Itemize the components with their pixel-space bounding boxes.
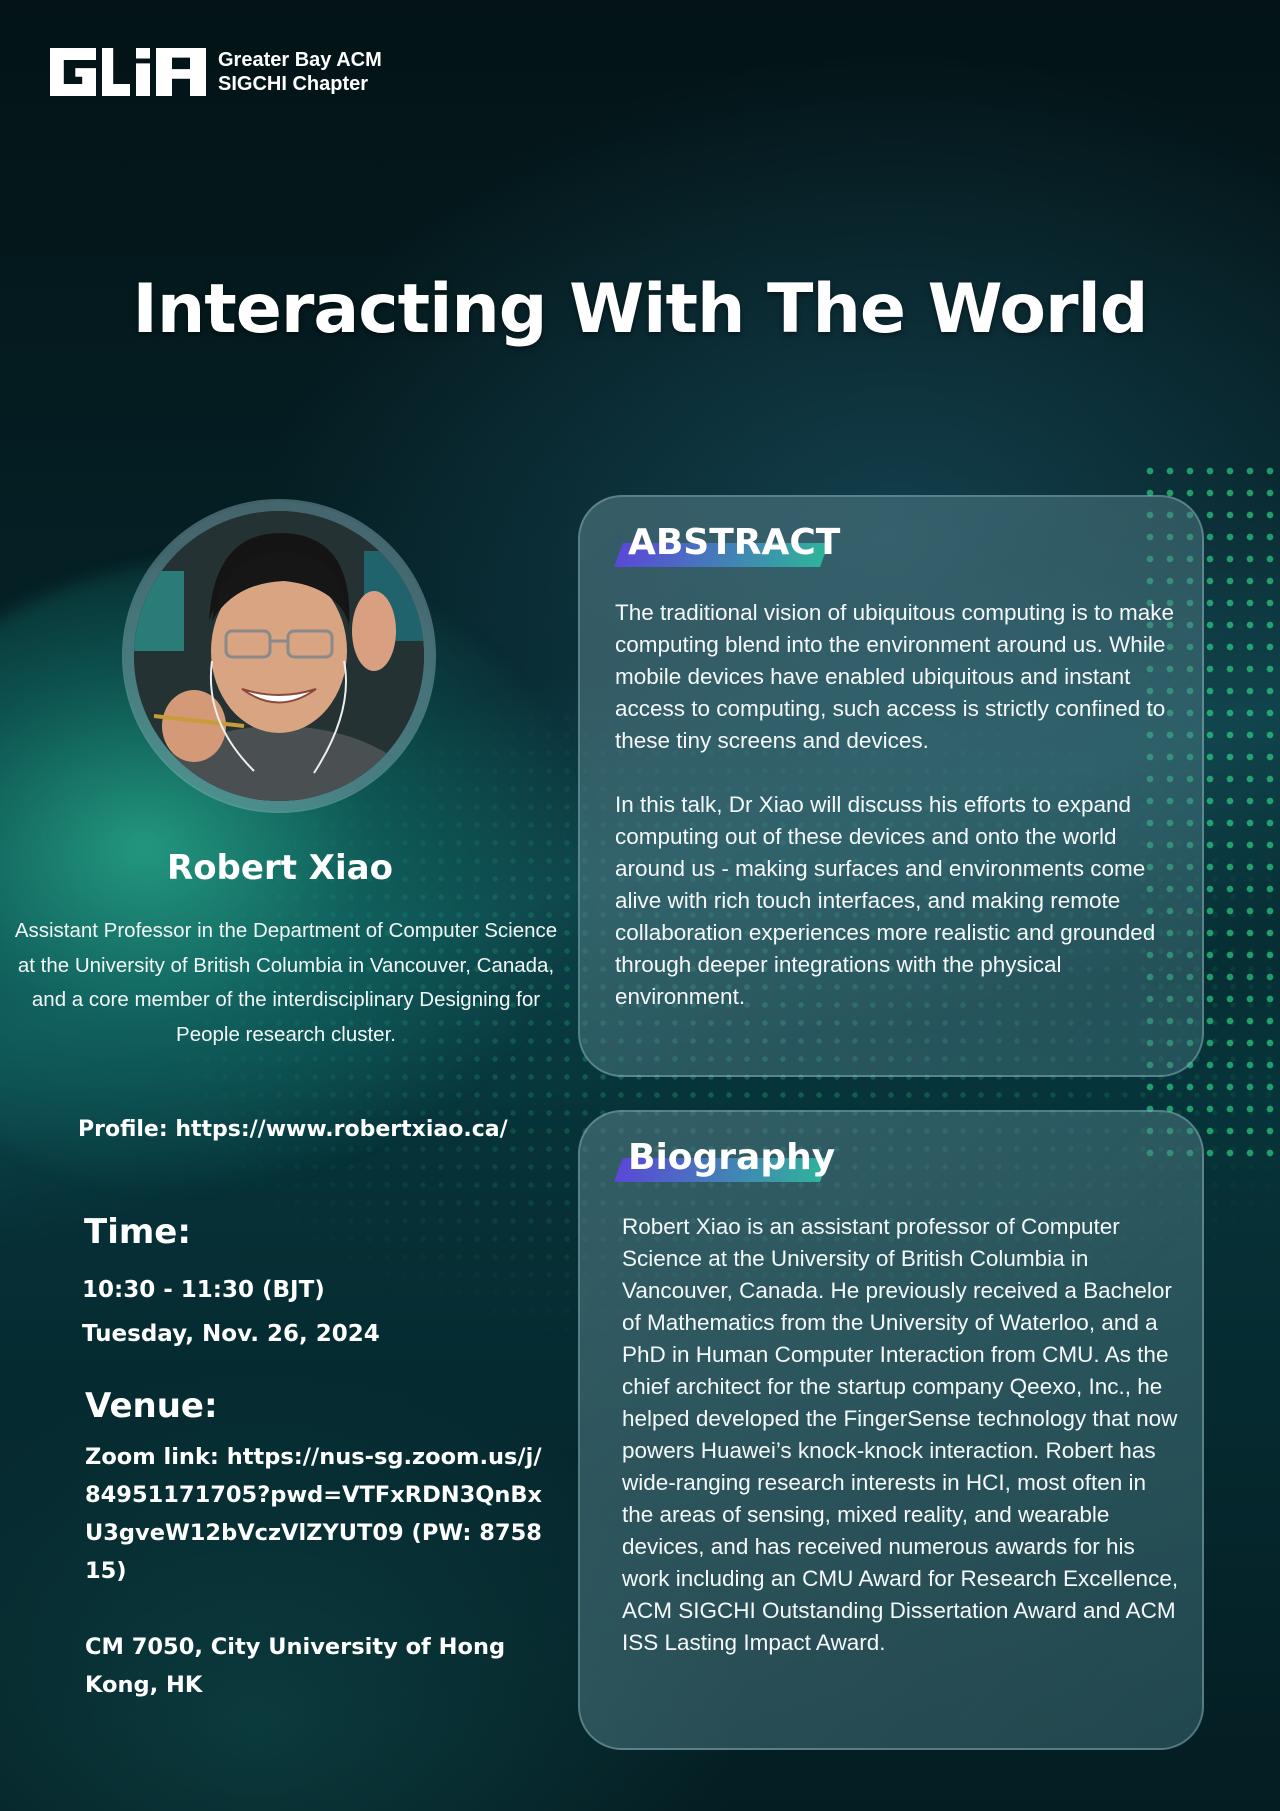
speaker-avatar [134, 511, 424, 801]
biography-header: Biography [614, 1134, 835, 1184]
venue-details: Zoom link: https://nus-sg.zoom.us/j/8495… [85, 1438, 545, 1704]
abstract-paragraph-1: The traditional vision of ubiquitous com… [615, 600, 1175, 753]
event-title: Interacting With The World [132, 270, 1149, 349]
logo-letter-i [136, 48, 150, 96]
abstract-card: ABSTRACT The traditional vision of ubiqu… [578, 495, 1204, 1077]
speaker-photo [134, 511, 424, 801]
abstract-paragraph-2: In this talk, Dr Xiao will discuss his e… [615, 792, 1156, 1009]
speaker-avatar-frame [124, 501, 434, 811]
speaker-profile-link[interactable]: Profile: https://www.robertxiao.ca/ [78, 1117, 508, 1142]
time-heading: Time: [84, 1212, 191, 1252]
speaker-name: Robert Xiao [167, 848, 393, 888]
zoom-link[interactable]: Zoom link: https://nus-sg.zoom.us/j/8495… [85, 1438, 545, 1590]
biography-card: Biography Robert Xiao is an assistant pr… [578, 1110, 1204, 1750]
logo-letter-l [102, 48, 130, 96]
logo-text: Greater Bay ACM SIGCHI Chapter [218, 48, 382, 96]
abstract-heading: ABSTRACT [628, 522, 841, 563]
time-hours: 10:30 - 11:30 (BJT) [82, 1277, 325, 1303]
venue-location: CM 7050, City University of Hong Kong, H… [85, 1634, 506, 1698]
gba-logo-mark [50, 48, 206, 96]
biography-body: Robert Xiao is an assistant professor of… [622, 1214, 1179, 1655]
abstract-body: The traditional vision of ubiquitous com… [615, 597, 1180, 1013]
logo-line-2: SIGCHI Chapter [218, 73, 369, 95]
logo-letter-g [50, 48, 96, 96]
logo-letter-a [156, 48, 206, 96]
venue-heading: Venue: [85, 1386, 218, 1426]
speaker-affiliation: Assistant Professor in the Department of… [14, 919, 558, 1046]
time-date: Tuesday, Nov. 26, 2024 [82, 1321, 380, 1347]
abstract-header: ABSTRACT [614, 519, 840, 569]
logo-line-1: Greater Bay ACM [218, 49, 382, 71]
biography-heading: Biography [628, 1137, 836, 1178]
chapter-logo: Greater Bay ACM SIGCHI Chapter [50, 48, 382, 96]
